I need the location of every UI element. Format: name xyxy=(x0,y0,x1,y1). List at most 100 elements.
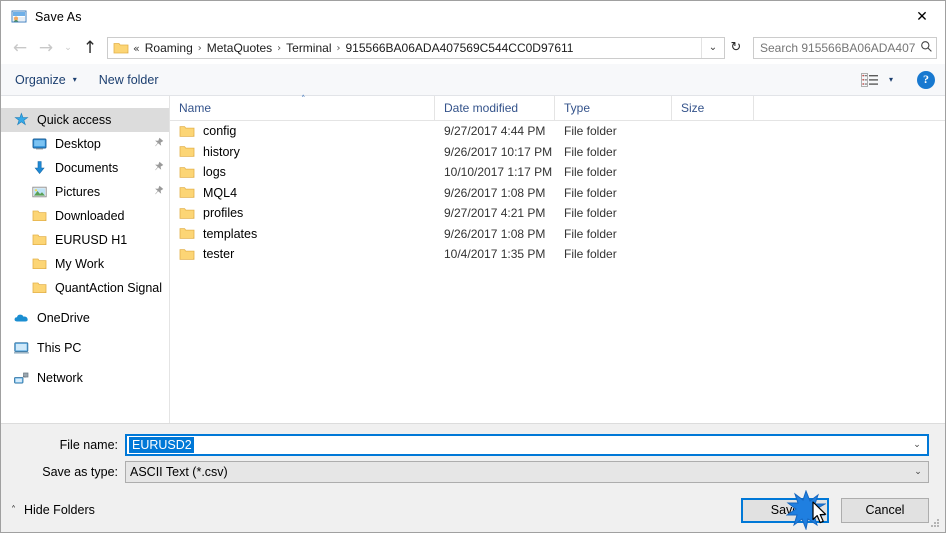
folder-icon xyxy=(179,166,195,179)
file-name-label: MQL4 xyxy=(203,185,238,200)
folder-icon xyxy=(31,232,48,248)
star-icon xyxy=(13,112,30,128)
organize-label: Organize xyxy=(15,72,66,87)
hide-folders-label: Hide Folders xyxy=(24,503,95,517)
file-rows: config 9/27/2017 4:44 PM File folder his… xyxy=(170,121,945,423)
navigation-bar: ← → ⌄ ↑ « Roaming › MetaQuotes › Termina… xyxy=(1,32,945,64)
breadcrumb-overflow[interactable]: « xyxy=(133,42,140,55)
cancel-button[interactable]: Cancel xyxy=(841,497,929,523)
breadcrumb-item-3[interactable]: 915566BA06ADA407569C544CC0D97611 xyxy=(346,41,574,55)
column-header-type[interactable]: Type xyxy=(555,96,672,120)
chevron-down-icon: ⌄ xyxy=(64,43,72,53)
folder-icon xyxy=(31,280,48,296)
thispc-icon xyxy=(13,340,30,356)
sidebar-item-desktop[interactable]: Desktop xyxy=(1,132,169,156)
organize-button[interactable]: Organize ▾ xyxy=(15,73,77,87)
onedrive-icon xyxy=(13,310,30,326)
breadcrumb-sep-1: › xyxy=(277,42,282,54)
file-type-cell: File folder xyxy=(564,226,617,241)
address-bar[interactable]: « Roaming › MetaQuotes › Terminal › 9155… xyxy=(107,37,725,59)
sidebar-item-label: Network xyxy=(37,371,83,385)
file-name-label: config xyxy=(203,124,237,139)
search-box[interactable]: Search 915566BA06ADA40756... xyxy=(753,37,937,59)
sidebar-item-label: Desktop xyxy=(55,137,101,151)
save-as-type-label: Save as type: xyxy=(42,465,118,479)
file-name-cell: config xyxy=(170,124,435,138)
breadcrumb-sep-2: › xyxy=(336,42,341,54)
search-icon xyxy=(916,40,936,56)
title-bar: Save As ✕ xyxy=(1,1,945,32)
up-button[interactable]: ↑ xyxy=(77,35,103,61)
sidebar-item-label: This PC xyxy=(37,341,82,355)
sidebar-item-documents[interactable]: Documents xyxy=(1,156,169,180)
file-name-cell: profiles xyxy=(170,206,435,220)
table-row[interactable]: tester 10/4/2017 1:35 PM File folder xyxy=(170,244,945,265)
column-header-date-modified[interactable]: Date modified xyxy=(435,96,555,120)
sidebar-item-quantaction-signal[interactable]: QuantAction Signal xyxy=(1,276,169,300)
file-list-pane: ˄ Name Date modified Type Size config 9/… xyxy=(170,95,945,423)
sidebar-item-label: My Work xyxy=(55,257,105,271)
close-icon[interactable]: ✕ xyxy=(899,1,945,32)
sidebar-item-this-pc[interactable]: This PC xyxy=(1,336,169,360)
forward-icon: → xyxy=(38,37,54,58)
file-name-label: File name: xyxy=(59,438,118,452)
folder-icon xyxy=(179,145,195,158)
forward-button[interactable]: → xyxy=(33,35,59,61)
sidebar-item-pictures[interactable]: Pictures xyxy=(1,180,169,204)
table-row[interactable]: templates 9/26/2017 1:08 PM File folder xyxy=(170,224,945,245)
breadcrumb-item-0[interactable]: Roaming xyxy=(145,41,193,55)
folder-icon xyxy=(179,248,195,261)
dialog-footer: ˄ Hide Folders Save Cancel xyxy=(1,488,945,532)
save-button[interactable]: Save xyxy=(741,497,829,523)
chevron-down-icon[interactable]: ⌄ xyxy=(908,467,928,477)
chevron-down-icon[interactable]: ⌄ xyxy=(907,440,927,450)
file-name-label: logs xyxy=(203,165,226,180)
hide-folders-button[interactable]: ˄ Hide Folders xyxy=(11,503,95,517)
search-input[interactable]: Search 915566BA06ADA40756... xyxy=(754,41,916,55)
table-row[interactable]: profiles 9/27/2017 4:21 PM File folder xyxy=(170,203,945,224)
save-as-type-select[interactable]: ASCII Text (*.csv) ⌄ xyxy=(125,461,929,483)
view-options-icon[interactable] xyxy=(861,72,879,87)
address-dropdown-icon[interactable]: ⌄ xyxy=(701,38,724,58)
file-name-cell: MQL4 xyxy=(170,186,435,200)
sidebar-item-quick-access[interactable]: Quick access xyxy=(1,108,169,132)
column-header-size[interactable]: Size xyxy=(672,96,754,120)
save-as-type-value: ASCII Text (*.csv) xyxy=(130,465,228,479)
back-button[interactable]: ← xyxy=(7,35,33,61)
sidebar-item-downloaded[interactable]: Downloaded xyxy=(1,204,169,228)
table-row[interactable]: logs 10/10/2017 1:17 PM File folder xyxy=(170,162,945,183)
sidebar-item-eurusd-h1[interactable]: EURUSD H1 xyxy=(1,228,169,252)
view-dropdown-icon[interactable]: ▾ xyxy=(889,75,893,84)
file-name-row: File name: EURUSD2 ⌄ xyxy=(1,434,945,456)
breadcrumb-item-1[interactable]: MetaQuotes xyxy=(207,41,272,55)
file-date-cell: 9/26/2017 10:17 PM xyxy=(444,144,553,159)
sidebar-item-label: Documents xyxy=(55,161,119,175)
save-form: File name: EURUSD2 ⌄ Save as type: ASCII… xyxy=(1,424,945,488)
sidebar-item-label: Downloaded xyxy=(55,209,125,223)
sidebar-item-onedrive[interactable]: OneDrive xyxy=(1,306,169,330)
chevron-up-icon: ˄ xyxy=(11,504,16,516)
new-folder-button[interactable]: New folder xyxy=(99,73,159,87)
help-icon[interactable]: ? xyxy=(917,70,935,89)
sidebar-item-my-work[interactable]: My Work xyxy=(1,252,169,276)
file-date-cell: 9/26/2017 1:08 PM xyxy=(444,185,546,200)
table-row[interactable]: MQL4 9/26/2017 1:08 PM File folder xyxy=(170,183,945,204)
resize-grip[interactable] xyxy=(929,517,941,529)
pin-icon xyxy=(149,135,166,153)
file-name-cell: templates xyxy=(170,227,435,241)
dialog-body: Quick access Desktop Documents Pictures … xyxy=(1,95,945,424)
folder-icon xyxy=(113,41,129,55)
breadcrumb-item-2[interactable]: Terminal xyxy=(286,41,331,55)
file-name-input[interactable]: EURUSD2 ⌄ xyxy=(125,434,929,456)
refresh-icon[interactable]: ↻ xyxy=(725,38,747,58)
documents-icon xyxy=(31,160,48,176)
save-as-dialog: Save As ✕ ← → ⌄ ↑ « Roaming › MetaQuotes… xyxy=(0,0,946,533)
table-row[interactable]: config 9/27/2017 4:44 PM File folder xyxy=(170,121,945,142)
pin-icon xyxy=(149,159,166,177)
recent-locations-button[interactable]: ⌄ xyxy=(59,35,77,61)
sidebar-item-network[interactable]: Network xyxy=(1,366,169,390)
file-date-cell: 9/27/2017 4:44 PM xyxy=(444,124,546,139)
new-folder-label: New folder xyxy=(98,72,159,87)
chevron-down-icon: ▾ xyxy=(72,75,77,84)
table-row[interactable]: history 9/26/2017 10:17 PM File folder xyxy=(170,142,945,163)
